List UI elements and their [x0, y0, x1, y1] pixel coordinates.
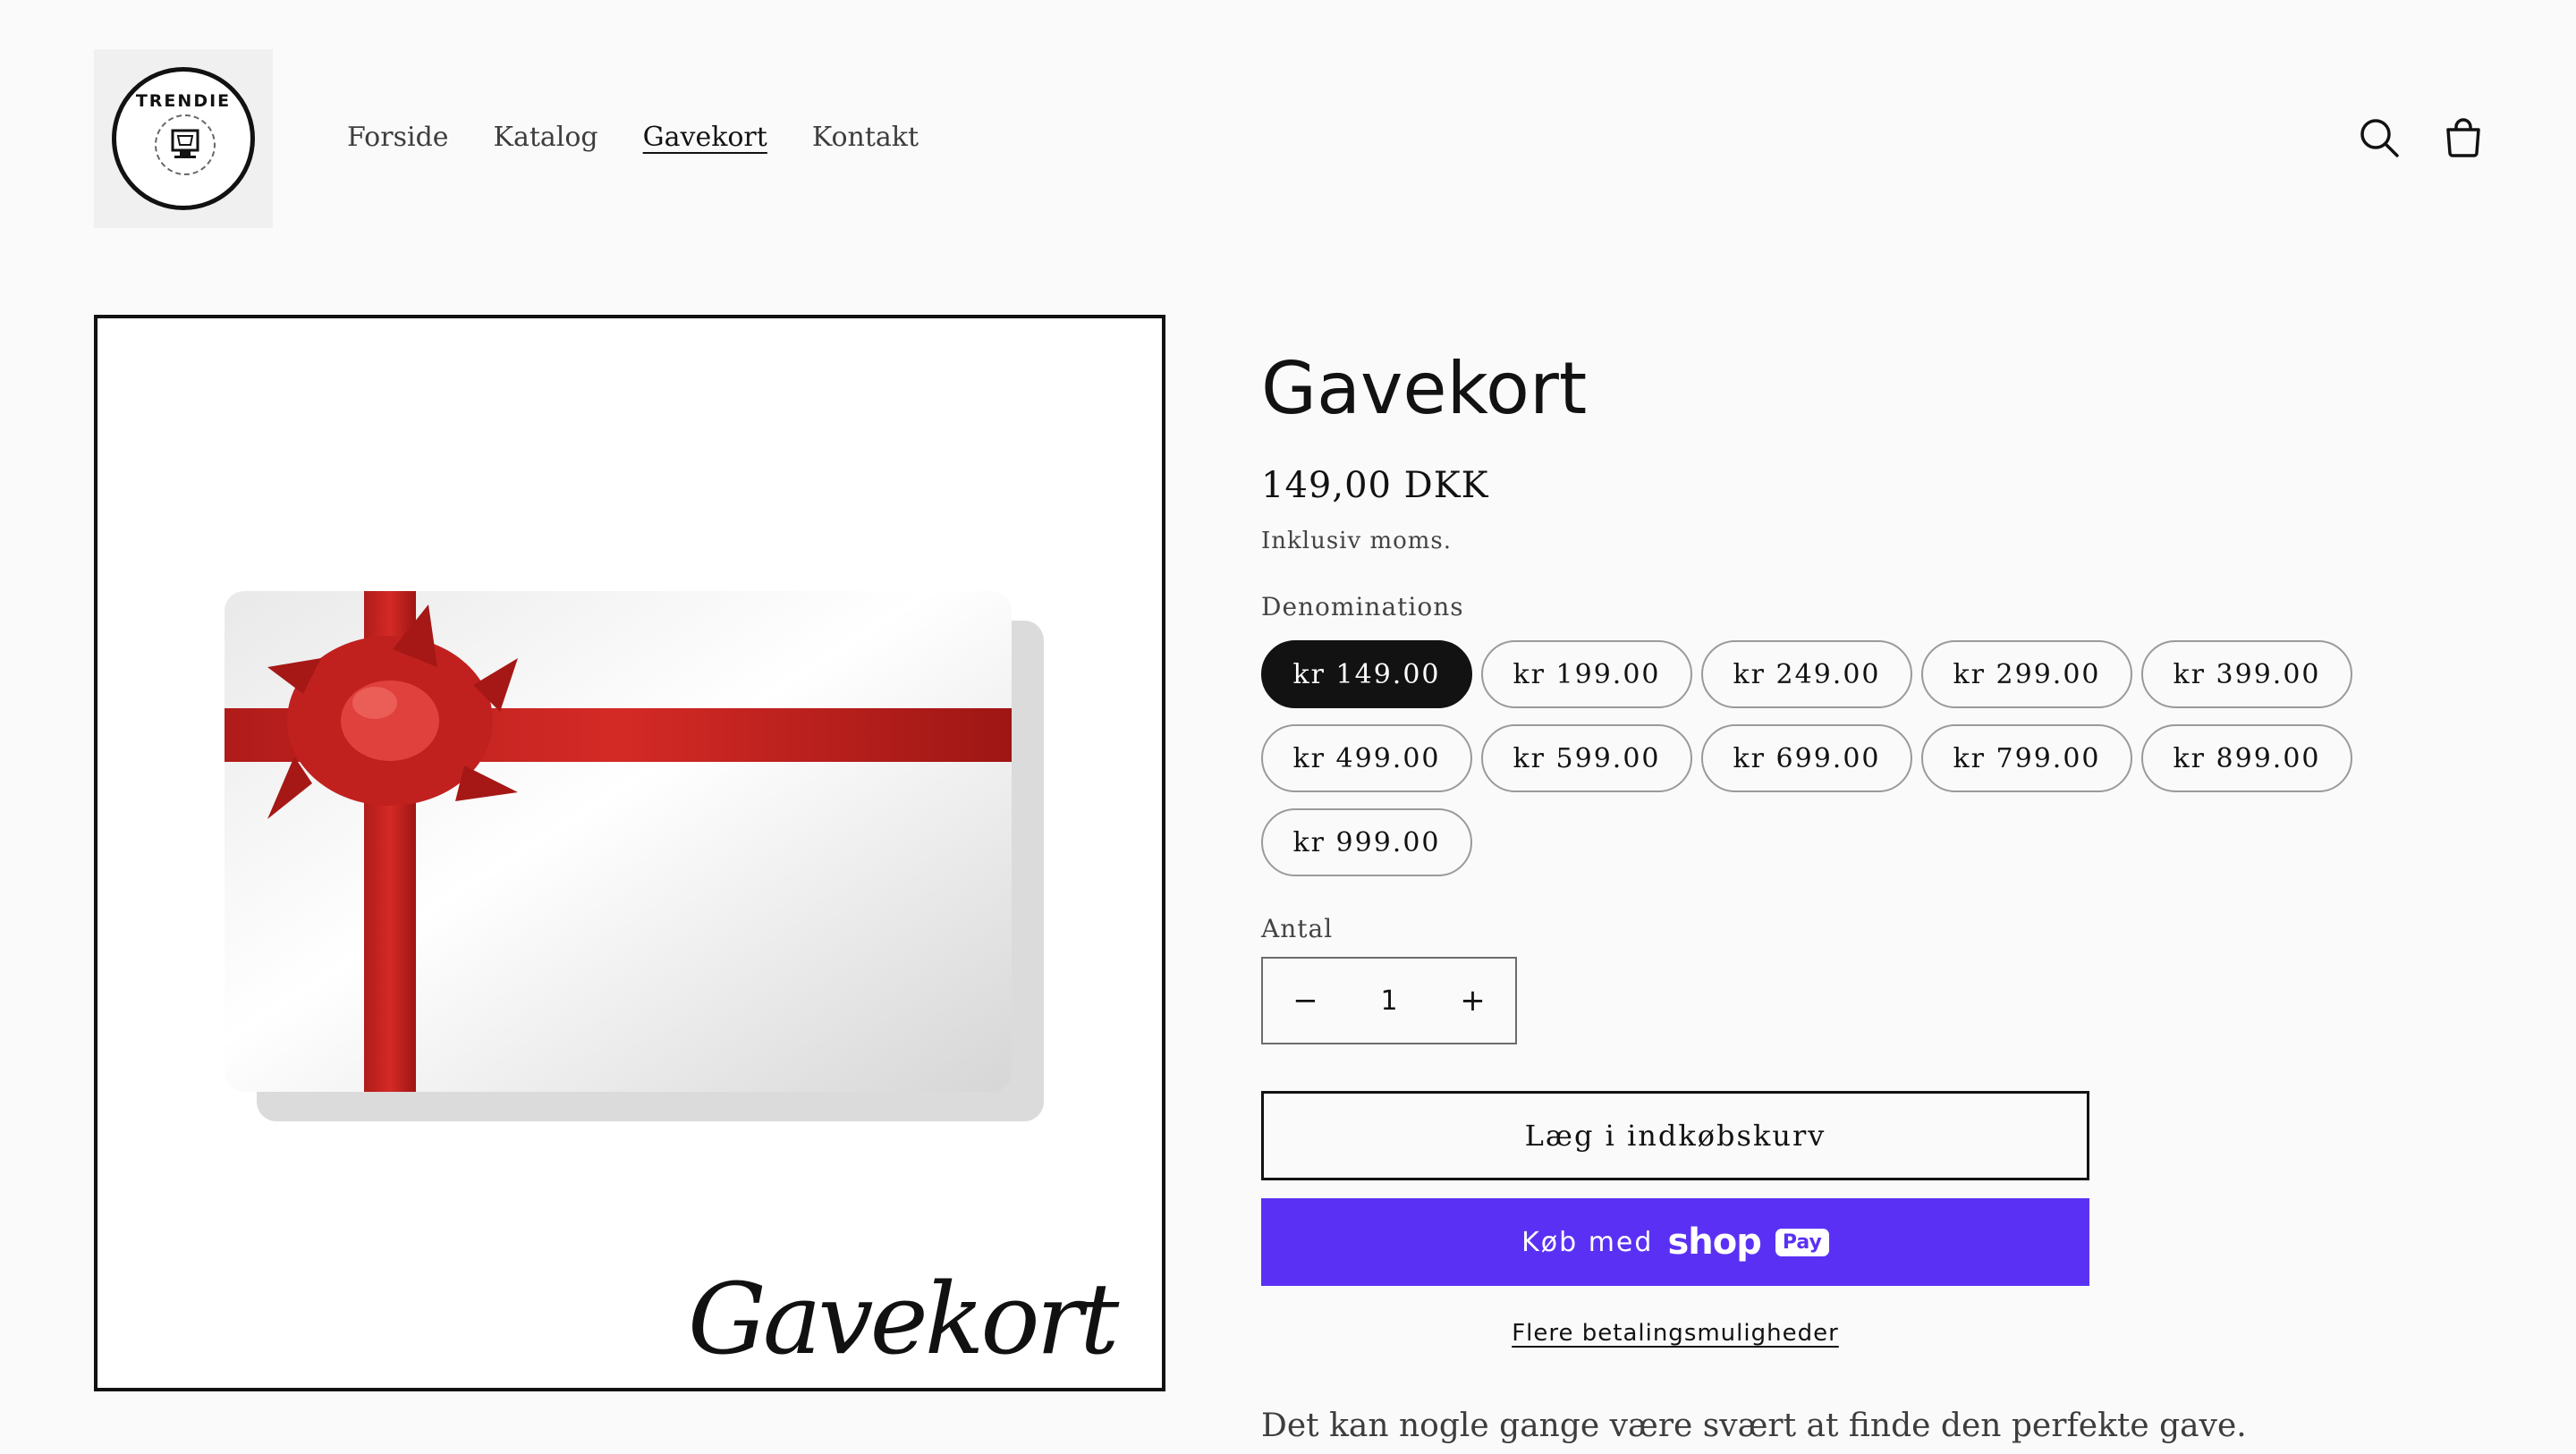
quantity-input[interactable]: 1: [1348, 985, 1430, 1017]
shop-pay-label: Køb med: [1521, 1226, 1654, 1258]
more-payment-options-link[interactable]: Flere betalingsmuligheder: [1261, 1320, 2089, 1347]
product-image[interactable]: Gavekort: [94, 315, 1165, 1391]
product-title: Gavekort: [1261, 347, 1588, 430]
variant-option[interactable]: kr 399.00: [2141, 640, 2352, 708]
quantity-stepper: − 1 +: [1261, 957, 1517, 1044]
variant-option[interactable]: kr 799.00: [1921, 724, 2132, 792]
logo-computer-icon: [155, 114, 216, 175]
shop-logo: shop: [1667, 1222, 1761, 1263]
tax-note: Inklusiv moms.: [1261, 528, 1453, 554]
variant-option[interactable]: kr 999.00: [1261, 808, 1472, 876]
quantity-label: Antal: [1261, 914, 1334, 943]
logo-badge: TRENDIE: [112, 67, 255, 210]
product-description: Det kan nogle gange være svært at finde …: [1261, 1408, 2247, 1444]
nav-link-katalog[interactable]: Katalog: [494, 122, 598, 153]
nav-link-kontakt[interactable]: Kontakt: [812, 122, 919, 153]
pay-badge: Pay: [1775, 1228, 1829, 1256]
variant-option[interactable]: kr 699.00: [1701, 724, 1912, 792]
variant-option[interactable]: kr 599.00: [1481, 724, 1692, 792]
product-price: 149,00 DKK: [1261, 465, 1489, 506]
main-nav: Forside Katalog Gavekort Kontakt: [347, 122, 919, 153]
variant-option[interactable]: kr 299.00: [1921, 640, 2132, 708]
card-caption: Gavekort: [688, 1262, 1119, 1376]
variant-option[interactable]: kr 149.00: [1261, 640, 1472, 708]
variant-picker: kr 149.00 kr 199.00 kr 249.00 kr 299.00 …: [1261, 640, 2370, 876]
quantity-decrease-button[interactable]: −: [1263, 959, 1348, 1043]
cart-icon[interactable]: [2440, 114, 2487, 161]
shop-pay-button[interactable]: Køb med shop Pay: [1261, 1198, 2089, 1286]
store-logo[interactable]: TRENDIE: [94, 49, 273, 228]
variant-option[interactable]: kr 499.00: [1261, 724, 1472, 792]
variant-option[interactable]: kr 899.00: [2141, 724, 2352, 792]
variant-option[interactable]: kr 249.00: [1701, 640, 1912, 708]
quantity-increase-button[interactable]: +: [1430, 959, 1515, 1043]
nav-link-forside[interactable]: Forside: [347, 122, 449, 153]
variant-legend: Denominations: [1261, 592, 1464, 621]
nav-link-gavekort[interactable]: Gavekort: [643, 122, 767, 153]
search-icon[interactable]: [2356, 114, 2402, 161]
gift-card-illustration: [225, 591, 1044, 1121]
logo-text: TRENDIE: [135, 91, 232, 111]
add-to-cart-button[interactable]: Læg i indkøbskurv: [1261, 1091, 2089, 1180]
variant-option[interactable]: kr 199.00: [1481, 640, 1692, 708]
